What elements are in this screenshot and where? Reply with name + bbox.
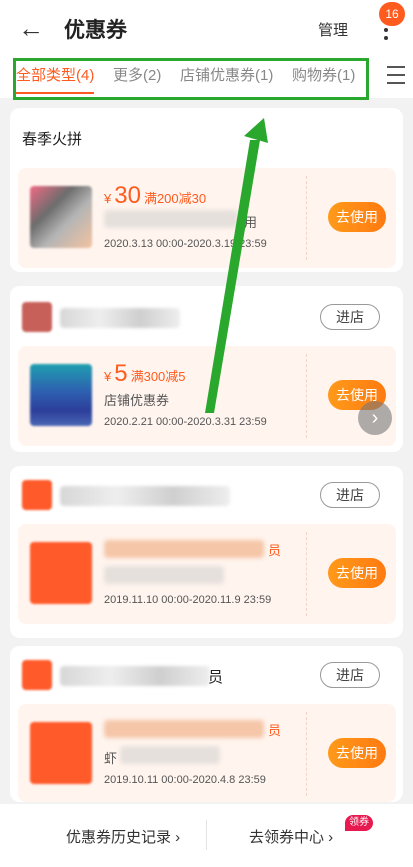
validity-period: 2019.11.10 00:00-2020.11.9 23:59 — [104, 594, 272, 606]
blurred-coupon-type — [104, 566, 224, 584]
product-thumbnail — [30, 542, 92, 604]
coupon-center-link[interactable]: 去领券中心 › — [249, 826, 333, 847]
use-coupon-button[interactable]: 去使用 — [328, 738, 386, 768]
validity-period: 2019.10.11 00:00-2020.4.8 23:59 — [104, 774, 266, 786]
store-logo — [22, 480, 52, 510]
notification-badge: 16 — [379, 2, 405, 26]
footer-divider — [206, 820, 207, 850]
product-thumbnail — [30, 722, 92, 784]
coupon-name-suffix: 员 — [268, 543, 282, 558]
store-logo — [22, 660, 52, 690]
section-title: 春季火拼 — [22, 131, 83, 148]
coupon-history-link[interactable]: 优惠券历史记录 › — [66, 826, 180, 847]
list-menu-icon[interactable] — [387, 66, 409, 86]
product-thumbnail — [30, 364, 92, 426]
coupon-card: 春季火拼 ¥30 满200减30 用 2020.3.13 00:00-2020.3… — [10, 108, 403, 272]
blurred-store-name — [60, 486, 230, 506]
blurred-coupon-type — [120, 746, 220, 764]
coupon-ticket: 员 虾 2019.10.11 00:00-2020.4.8 23:59 去使用 — [18, 704, 396, 802]
blurred-store-name — [60, 308, 180, 328]
coupon-ticket: 员 2019.11.10 00:00-2020.11.9 23:59 去使用 — [18, 524, 396, 624]
blurred-store-name — [60, 666, 210, 686]
app-header: ← 优惠券 管理 16 — [0, 0, 413, 56]
coupon-card: 进店 ¥5 满300减5 店铺优惠券 2020.2.21 00:00-2020.3… — [10, 286, 403, 452]
validity-period: 2020.3.13 00:00-2020.3.19 23:59 — [104, 238, 267, 250]
ticket-divider — [306, 176, 307, 260]
coupon-center-tag: 领券 — [345, 815, 373, 831]
validity-period: 2020.2.21 00:00-2020.3.31 23:59 — [104, 416, 267, 428]
coupon-ticket: ¥30 满200减30 用 2020.3.13 00:00-2020.3.19 2… — [18, 168, 396, 268]
coupon-amount: ¥30 满200减30 — [104, 182, 207, 209]
bottom-bar: 优惠券历史记录 › 去领券中心 › 领券 — [0, 804, 413, 867]
ticket-divider — [306, 354, 307, 438]
coupon-card: 进店 员 2019.11.10 00:00-2020.11.9 23:59 去使… — [10, 466, 403, 638]
coupon-type: 店铺优惠券 — [104, 393, 170, 408]
coupon-type-prefix: 虾 — [104, 751, 118, 766]
coupon-name-suffix: 员 — [268, 723, 282, 738]
enter-store-button[interactable]: 进店 — [320, 662, 380, 688]
product-thumbnail — [30, 186, 92, 248]
coupon-amount: ¥5 满300减5 — [104, 360, 186, 387]
page-title: 优惠券 — [64, 19, 127, 42]
enter-store-button[interactable]: 进店 — [320, 304, 380, 330]
ticket-divider — [306, 712, 307, 796]
manage-button[interactable]: 管理 — [318, 19, 348, 40]
tabs-highlight-box — [13, 58, 369, 100]
chevron-right-icon[interactable]: › — [358, 401, 392, 435]
coupon-card: 员 进店 员 虾 2019.10.11 00:00-2020.4.8 23:59… — [10, 646, 403, 802]
back-arrow-icon[interactable]: ← — [18, 14, 44, 42]
use-coupon-button[interactable]: 去使用 — [328, 558, 386, 588]
use-coupon-button[interactable]: 去使用 — [328, 202, 386, 232]
coupon-ticket: ¥5 满300减5 店铺优惠券 2020.2.21 00:00-2020.3.31… — [18, 346, 396, 446]
ticket-divider — [306, 532, 307, 616]
enter-store-button[interactable]: 进店 — [320, 482, 380, 508]
coupon-name-suffix: 用 — [244, 215, 258, 230]
blurred-coupon-title — [104, 720, 264, 738]
store-name-suffix: 员 — [208, 669, 224, 686]
blurred-coupon-title — [104, 540, 264, 558]
store-logo — [22, 302, 52, 332]
blurred-coupon-name — [104, 210, 238, 228]
